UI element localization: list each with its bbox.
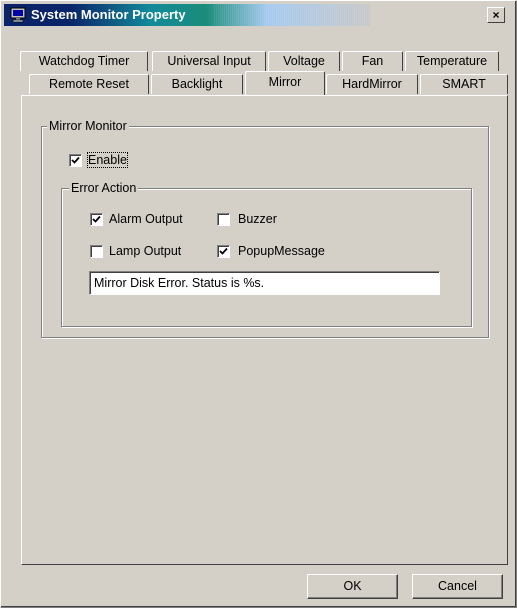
tab-remote-reset[interactable]: Remote Reset bbox=[29, 74, 149, 94]
enable-label[interactable]: Enable bbox=[87, 152, 128, 168]
close-button[interactable]: × bbox=[487, 7, 505, 23]
tab-fan[interactable]: Fan bbox=[342, 51, 403, 71]
title-bar[interactable]: System Monitor Property × bbox=[4, 4, 511, 26]
tab-backlight[interactable]: Backlight bbox=[151, 74, 243, 94]
tab-mirror[interactable]: Mirror bbox=[245, 71, 325, 95]
checkmark-icon bbox=[71, 156, 80, 164]
error-action-group: Error Action Alarm Output Buzzer Lamp Ou… bbox=[61, 181, 472, 327]
alarm-output-checkbox[interactable] bbox=[90, 213, 103, 226]
checkmark-icon bbox=[92, 215, 101, 223]
tab-temperature[interactable]: Temperature bbox=[405, 51, 499, 71]
enable-checkbox[interactable] bbox=[69, 154, 82, 167]
computer-monitor-icon bbox=[10, 7, 26, 23]
cancel-button[interactable]: Cancel bbox=[412, 574, 503, 599]
popup-message-checkbox[interactable] bbox=[217, 245, 230, 258]
mirror-tab-panel: Mirror Monitor Enable Error Action Alarm… bbox=[21, 95, 508, 565]
close-icon: × bbox=[492, 8, 500, 22]
popup-message-label[interactable]: PopupMessage bbox=[238, 244, 325, 258]
buzzer-checkbox[interactable] bbox=[217, 213, 230, 226]
tab-smart[interactable]: SMART bbox=[420, 74, 508, 94]
buzzer-label[interactable]: Buzzer bbox=[238, 212, 277, 226]
mirror-monitor-group-label: Mirror Monitor bbox=[47, 119, 129, 133]
tab-watchdog-timer[interactable]: Watchdog Timer bbox=[20, 51, 148, 71]
tab-voltage[interactable]: Voltage bbox=[268, 51, 340, 71]
popup-message-text-field[interactable]: Mirror Disk Error. Status is %s. bbox=[89, 271, 440, 295]
alarm-output-label[interactable]: Alarm Output bbox=[109, 212, 183, 226]
lamp-output-label[interactable]: Lamp Output bbox=[109, 244, 181, 258]
lamp-output-checkbox[interactable] bbox=[90, 245, 103, 258]
tab-hardmirror[interactable]: HardMirror bbox=[326, 74, 418, 94]
tab-universal-input[interactable]: Universal Input bbox=[152, 51, 266, 71]
dialog-window: System Monitor Property × Watchdog Timer… bbox=[0, 0, 517, 608]
error-action-group-label: Error Action bbox=[69, 181, 139, 195]
mirror-monitor-group: Mirror Monitor Enable Error Action Alarm… bbox=[41, 119, 489, 338]
checkmark-icon bbox=[219, 247, 228, 255]
ok-button[interactable]: OK bbox=[307, 574, 398, 599]
window-title: System Monitor Property bbox=[31, 7, 186, 22]
